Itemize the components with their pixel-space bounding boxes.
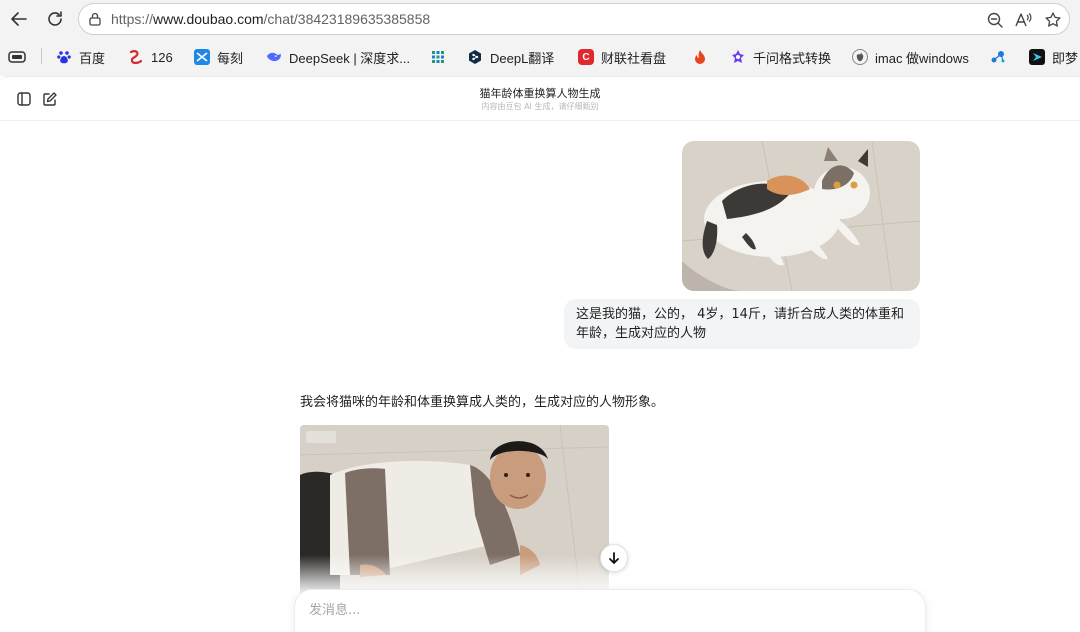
bookmark-deepl[interactable]: DeepL翻译 [467,46,554,68]
reload-icon [48,11,62,26]
message-composer [294,589,926,632]
bookmark-imac[interactable]: imac 做windows [852,46,969,68]
url-path: /chat/38423189635385858 [263,11,431,27]
bookmark-label: 百度 [79,50,106,66]
apple-icon [852,49,868,65]
bookmark-label: 每刻 [217,50,244,66]
bookmark-label: imac 做windows [875,50,969,66]
jimeng-icon [1029,49,1045,65]
bookmark-molecule[interactable] [990,46,1006,68]
bookmark-qianwen[interactable]: 千问格式转换 [730,46,831,68]
deepseek-whale-icon [266,49,282,65]
qianwen-icon [730,49,746,65]
bookmark-meike[interactable]: 每刻 [194,46,243,68]
bookmarks-bar: 百度 126 每刻 DeepSeek | 深度求... DeepL翻译 C 财联… [0,44,1080,70]
bookmark-label: DeepL翻译 [490,50,555,66]
url-text[interactable]: https://www.doubao.com/chat/384231896353… [111,11,430,27]
url-scheme: https:// [111,11,154,27]
reload-button[interactable] [42,6,68,32]
generated-person-image[interactable] [300,425,609,595]
cls-icon: C [578,49,594,65]
bookmark-label: DeepSeek | 深度求... [289,50,411,66]
favorite-star-icon[interactable] [1043,10,1063,30]
uploaded-cat-photo[interactable] [682,141,920,291]
zoom-icon[interactable] [985,10,1005,30]
back-arrow-icon [11,12,27,26]
bookmark-fire[interactable] [692,46,708,68]
url-host: www.doubao.com [153,11,264,27]
bookmark-jimeng[interactable]: 即梦 [1029,46,1078,68]
cat-image [682,141,920,291]
assistant-message: 我会将猫咪的年龄和体重换算成人类的，生成对应的人物形象。 [300,395,665,410]
message-input[interactable] [309,600,869,620]
user-message-bubble: 这是我的猫，公的， 4岁，14斤，请折合成人类的体重和年龄，生成对应的人物 [564,299,920,349]
bookmark-grid[interactable] [430,46,446,68]
arrow-down-icon [609,552,619,564]
bookmark-baidu[interactable]: 百度 [56,46,105,68]
bookmark-label: 财联社看盘 [601,50,667,66]
bookmark-label: 126 [151,49,173,65]
read-aloud-icon[interactable] [1013,10,1033,30]
bookmark-label: 即梦 [1052,50,1079,66]
bookmark-label: 千问格式转换 [753,50,832,66]
fire-icon [692,49,708,65]
chat-header: 猫年龄体重换算人物生成 内容由豆包 AI 生成，请仔细甄别 [0,77,1080,121]
bookmark-deepseek[interactable]: DeepSeek | 深度求... [266,46,410,68]
mail-126-icon [128,49,144,65]
bookmark-cailianshe[interactable]: C 财联社看盘 [578,46,666,68]
back-button[interactable] [6,6,32,32]
site-info-icon[interactable] [87,11,103,31]
scroll-to-bottom-button[interactable] [600,544,628,572]
grid-icon [430,49,446,65]
browser-chrome: https://www.doubao.com/chat/384231896353… [0,0,1080,76]
bookmark-126[interactable]: 126 [128,46,173,68]
address-bar[interactable]: https://www.doubao.com/chat/384231896353… [78,3,1070,35]
tab-icon [8,51,26,63]
baidu-paw-icon [56,49,72,65]
bookmark-tabs[interactable] [8,46,26,68]
chat-page: 猫年龄体重换算人物生成 内容由豆包 AI 生成，请仔细甄别 这是我的猫，公的， … [0,76,1080,632]
molecule-icon [990,49,1006,65]
ai-disclaimer: 内容由豆包 AI 生成，请仔细甄别 [481,102,599,111]
meike-icon [194,49,210,65]
conversation-title: 猫年龄体重换算人物生成 [479,87,601,100]
deepl-icon [467,49,483,65]
